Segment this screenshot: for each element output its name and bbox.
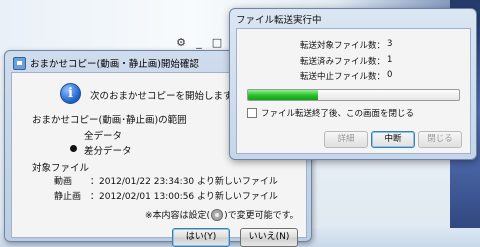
stat-label: 転送中止ファイル数： bbox=[299, 72, 385, 82]
target-row-video: 動画 ：2012/01/22 23:34:30 より新しいファイル bbox=[54, 174, 278, 187]
restore-icon[interactable]: □ bbox=[211, 36, 223, 49]
note-suffix: )で変更可能です。 bbox=[224, 211, 299, 221]
background-window-controls: ⚙ _ □ bbox=[175, 33, 237, 51]
progress-body: 転送対象ファイル数： 3 転送済みファイル数： 1 転送中止ファイル数： 0 フ… bbox=[236, 28, 471, 154]
target-row-still: 静止画 ：2012/02/01 13:00:56 より新しいファイル bbox=[54, 189, 278, 202]
progress-window-title: ファイル転送実行中 bbox=[236, 15, 322, 26]
confirm-question: 次のおまかせコピーを開始しますか？ bbox=[90, 91, 252, 102]
range-label: おまかせコピー(動画･静止画)の範囲 bbox=[32, 115, 187, 126]
file-transfer-progress-window: ファイル転送実行中 転送対象ファイル数： 3 転送済みファイル数： 1 転送中止… bbox=[229, 8, 477, 160]
stat-label: 転送対象ファイル数： bbox=[299, 41, 385, 51]
close-after-checkbox[interactable] bbox=[247, 108, 257, 118]
option-diff-data: 差分データ bbox=[84, 146, 132, 157]
dialog-title: おまかせコピー(動画・静止画)開始確認 bbox=[30, 59, 199, 70]
target-files-label: 対象ファイル bbox=[32, 163, 90, 174]
selected-bullet-icon bbox=[70, 145, 77, 152]
stat-value: 0 bbox=[387, 70, 393, 80]
no-button[interactable]: いいえ(N) bbox=[240, 228, 298, 247]
target-detail: ：2012/02/01 13:00:56 より新しいファイル bbox=[90, 192, 278, 202]
target-kind: 動画 bbox=[54, 177, 73, 187]
detail-button[interactable]: 詳細 bbox=[324, 131, 368, 148]
transfer-progress-bar bbox=[247, 89, 460, 101]
progress-fill bbox=[248, 90, 318, 100]
stat-label: 転送済みファイル数： bbox=[299, 57, 385, 67]
settings-note: ※本内容は設定( )で変更可能です。 bbox=[145, 208, 299, 221]
stat-value: 1 bbox=[387, 55, 393, 65]
settings-gear-icon bbox=[211, 208, 224, 221]
note-prefix: ※本内容は設定( bbox=[145, 211, 211, 221]
target-detail: ：2012/01/22 23:34:30 より新しいファイル bbox=[90, 177, 278, 187]
close-after-label[interactable]: ファイル転送終了後、この画面を閉じる bbox=[261, 107, 414, 119]
gear-icon[interactable]: ⚙ bbox=[175, 36, 187, 49]
close-button[interactable]: 閉じる bbox=[418, 131, 462, 148]
minimize-icon[interactable]: _ bbox=[193, 36, 205, 49]
close-after-row[interactable]: ファイル転送終了後、この画面を閉じる bbox=[247, 107, 414, 119]
yes-button[interactable]: はい(Y) bbox=[172, 228, 230, 247]
info-icon: i bbox=[60, 83, 81, 104]
stat-value: 3 bbox=[387, 39, 393, 49]
abort-button[interactable]: 中断 bbox=[371, 131, 415, 148]
app-icon bbox=[13, 56, 26, 70]
dialog-titlebar[interactable]: おまかせコピー(動画・静止画)開始確認 bbox=[13, 56, 199, 70]
option-all-data: 全データ bbox=[84, 131, 123, 142]
target-kind: 静止画 bbox=[54, 192, 82, 202]
